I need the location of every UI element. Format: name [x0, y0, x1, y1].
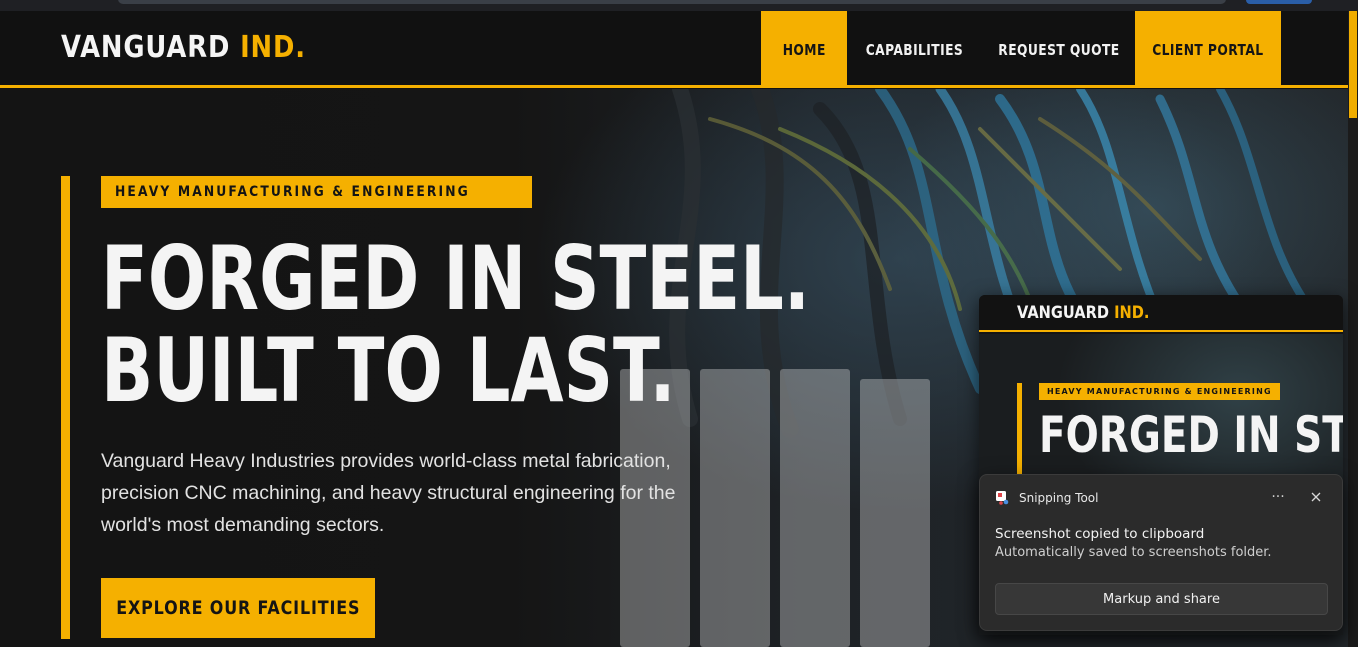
nav-client-portal[interactable]: CLIENT PORTAL	[1135, 11, 1281, 88]
scrollbar-thumb[interactable]	[1349, 11, 1357, 118]
site-header: VANGUARD IND. HOME CAPABILITIES REQUEST …	[0, 11, 1348, 88]
nav-capabilities[interactable]: CAPABILITIES	[847, 11, 982, 88]
headline-line-2: BUILT TO LAST.	[101, 319, 676, 422]
preview-brand: VANGUARD IND.	[1017, 303, 1150, 323]
snipping-tool-icon	[995, 490, 1011, 506]
nav-home[interactable]: HOME	[761, 11, 847, 88]
toast-app-name: Snipping Tool	[1019, 491, 1099, 505]
markup-and-share-button[interactable]: Markup and share	[995, 583, 1328, 615]
toast-subtitle: Automatically saved to screenshots folde…	[995, 545, 1272, 560]
brand-name: VANGUARD	[61, 30, 231, 65]
address-bar[interactable]	[118, 0, 1226, 4]
toast-app-header: Snipping Tool	[995, 490, 1098, 506]
hero-accent-bar	[61, 176, 70, 639]
browser-chrome-strip	[0, 0, 1358, 11]
hero-description: Vanguard Heavy Industries provides world…	[101, 450, 676, 536]
page-scrollbar[interactable]	[1348, 11, 1358, 647]
headline-line-1: FORGED IN STEEL.	[101, 227, 810, 330]
toast-title: Screenshot copied to clipboard	[995, 526, 1205, 542]
browser-action-button[interactable]	[1246, 0, 1312, 4]
explore-facilities-button[interactable]: EXPLORE OUR FACILITIES	[101, 578, 375, 638]
nav-request-quote[interactable]: REQUEST QUOTE	[982, 11, 1135, 88]
preview-headline: FORGED IN STE	[1039, 406, 1343, 464]
snipping-tool-notification[interactable]: Snipping Tool ··· Screenshot copied to c…	[979, 474, 1343, 631]
hero-tag: HEAVY MANUFACTURING & ENGINEERING	[101, 176, 533, 208]
hero-headline: FORGED IN STEEL. BUILT TO LAST.	[101, 233, 810, 417]
preview-tag: HEAVY MANUFACTURING & ENGINEERING	[1039, 383, 1280, 400]
main-nav: HOME CAPABILITIES REQUEST QUOTE CLIENT P…	[761, 11, 1281, 88]
brand-logo[interactable]: VANGUARD IND.	[61, 30, 306, 65]
preview-header: VANGUARD IND.	[979, 295, 1343, 332]
brand-accent: IND.	[240, 30, 306, 65]
close-icon[interactable]	[1306, 487, 1326, 507]
more-options-icon[interactable]: ···	[1267, 487, 1289, 507]
